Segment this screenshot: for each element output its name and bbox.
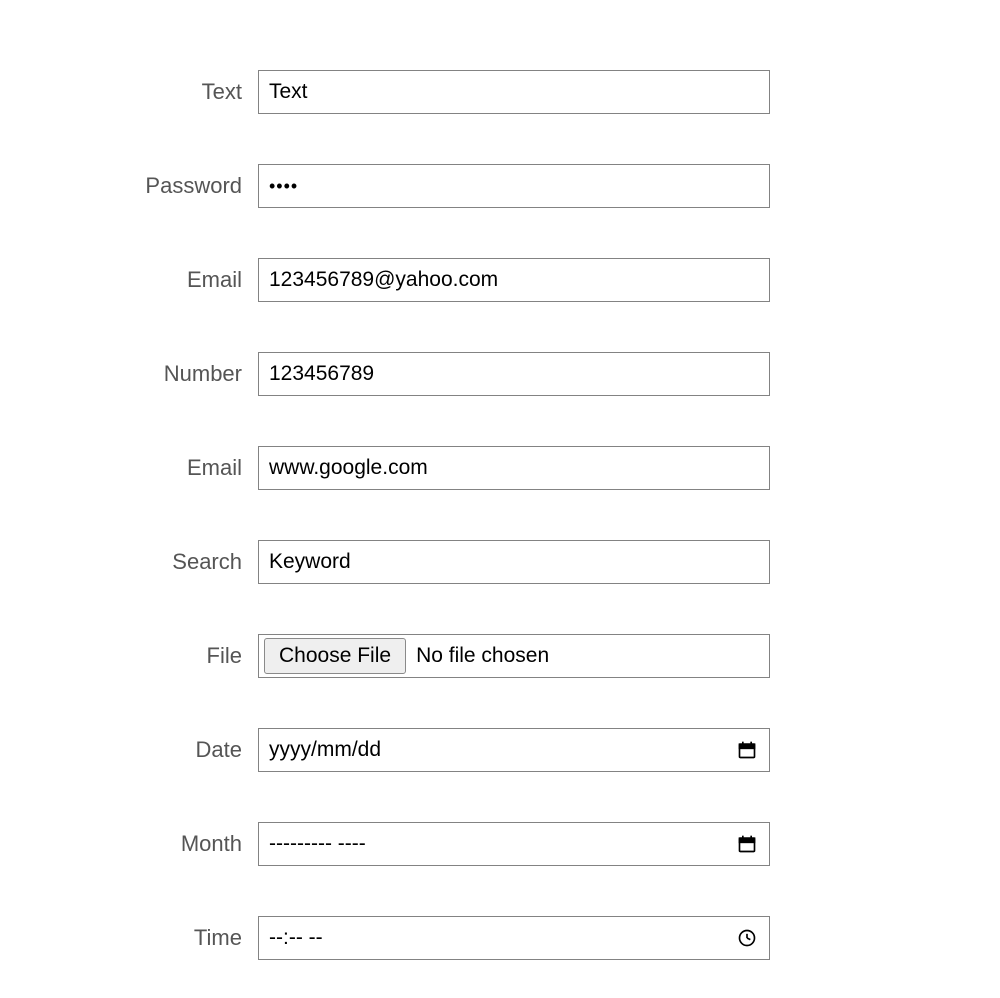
search-input-value: Keyword: [269, 550, 351, 574]
time-input[interactable]: --:-- --: [258, 916, 770, 960]
form-row-search: Search Keyword: [0, 540, 1000, 584]
email-2-input-value: www.google.com: [269, 456, 428, 480]
date-input[interactable]: yyyy/mm/dd: [258, 728, 770, 772]
form-container: Text Text Password •••• Email 123456789@…: [0, 70, 1000, 960]
password-input-value: ••••: [269, 176, 298, 197]
email-2-label: Email: [0, 455, 258, 481]
form-row-email-1: Email 123456789@yahoo.com: [0, 258, 1000, 302]
text-label: Text: [0, 79, 258, 105]
search-input[interactable]: Keyword: [258, 540, 770, 584]
form-row-file: File Choose File No file chosen: [0, 634, 1000, 678]
form-row-email-2: Email www.google.com: [0, 446, 1000, 490]
month-label: Month: [0, 831, 258, 857]
calendar-icon[interactable]: [737, 740, 757, 760]
email-1-input-value: 123456789@yahoo.com: [269, 268, 498, 292]
form-row-date: Date yyyy/mm/dd: [0, 728, 1000, 772]
password-label: Password: [0, 173, 258, 199]
password-input[interactable]: ••••: [258, 164, 770, 208]
search-label: Search: [0, 549, 258, 575]
calendar-icon[interactable]: [737, 834, 757, 854]
form-row-time: Time --:-- --: [0, 916, 1000, 960]
date-label: Date: [0, 737, 258, 763]
file-status-text: No file chosen: [416, 644, 549, 668]
clock-icon[interactable]: [737, 928, 757, 948]
form-row-number: Number 123456789: [0, 352, 1000, 396]
form-row-text: Text Text: [0, 70, 1000, 114]
form-row-password: Password ••••: [0, 164, 1000, 208]
choose-file-button[interactable]: Choose File: [264, 638, 406, 674]
month-input-value: --------- ----: [269, 832, 366, 856]
file-label: File: [0, 643, 258, 669]
date-input-value: yyyy/mm/dd: [269, 738, 381, 762]
time-input-value: --:-- --: [269, 926, 323, 950]
time-label: Time: [0, 925, 258, 951]
text-input-value: Text: [269, 80, 308, 104]
email-1-label: Email: [0, 267, 258, 293]
number-label: Number: [0, 361, 258, 387]
text-input[interactable]: Text: [258, 70, 770, 114]
month-input[interactable]: --------- ----: [258, 822, 770, 866]
email-2-input[interactable]: www.google.com: [258, 446, 770, 490]
form-row-month: Month --------- ----: [0, 822, 1000, 866]
number-input[interactable]: 123456789: [258, 352, 770, 396]
email-1-input[interactable]: 123456789@yahoo.com: [258, 258, 770, 302]
file-input-inner: Choose File No file chosen: [264, 638, 764, 674]
file-input[interactable]: Choose File No file chosen: [258, 634, 770, 678]
number-input-value: 123456789: [269, 362, 374, 386]
